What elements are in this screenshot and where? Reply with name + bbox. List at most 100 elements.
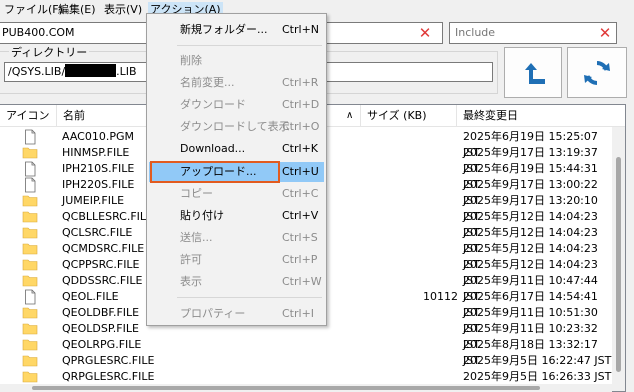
menu-item-new-folder[interactable]: 新規フォルダー... Ctrl+N bbox=[149, 20, 324, 40]
parent-directory-button[interactable] bbox=[504, 47, 562, 98]
column-header-size[interactable]: サイズ (KB) bbox=[361, 105, 457, 126]
refresh-button[interactable] bbox=[567, 47, 627, 98]
menu-item-shortcut: Ctrl+I bbox=[282, 307, 315, 320]
menu-item-copy[interactable]: コピー Ctrl+C bbox=[149, 184, 324, 204]
menu-item-download-to[interactable]: Download... Ctrl+K bbox=[149, 139, 324, 159]
menu-separator bbox=[177, 297, 322, 298]
folder-icon bbox=[22, 257, 38, 273]
menu-item-shortcut: Ctrl+U bbox=[282, 165, 319, 178]
menu-item-label: ダウンロード bbox=[180, 98, 246, 111]
file-name: QCPPSRC.FILE bbox=[62, 258, 140, 271]
file-name: AAC010.PGM bbox=[62, 130, 134, 143]
file-name: QPRGLESRC.FILE bbox=[62, 354, 155, 367]
folder-icon bbox=[22, 193, 38, 209]
menu-item-label: 名前変更... bbox=[180, 76, 235, 89]
folder-icon bbox=[22, 337, 38, 353]
column-header-icon[interactable]: アイコン bbox=[0, 105, 57, 126]
menu-item-rename[interactable]: 名前変更... Ctrl+R bbox=[149, 73, 324, 93]
file-name: QEOLDBF.FILE bbox=[62, 306, 140, 319]
menu-item-shortcut: Ctrl+V bbox=[282, 209, 319, 222]
refresh-icon bbox=[584, 60, 610, 85]
column-header-modified[interactable]: 最終変更日 bbox=[457, 105, 612, 126]
menu-item-delete[interactable]: 削除 bbox=[149, 51, 324, 71]
file-name: QEOL.FILE bbox=[62, 290, 119, 303]
horizontal-scroll-thumb[interactable] bbox=[32, 386, 540, 390]
menu-item-shortcut: Ctrl+C bbox=[282, 187, 319, 200]
menu-item-label: Download... bbox=[180, 142, 246, 155]
filter-field[interactable]: Include bbox=[449, 22, 617, 44]
menu-item-shortcut: Ctrl+R bbox=[282, 76, 319, 89]
file-name: QEOLDSP.FILE bbox=[62, 322, 139, 335]
file-name: HINMSP.FILE bbox=[62, 146, 130, 159]
menu-item-download[interactable]: ダウンロード Ctrl+D bbox=[149, 95, 324, 115]
menu-item-label: プロパティー bbox=[180, 307, 246, 320]
folder-icon bbox=[22, 321, 38, 337]
sort-chevron-up-icon: ∧ bbox=[346, 110, 354, 121]
file-modified: 2025年9月5日 16:26:33 JST bbox=[463, 370, 612, 383]
horizontal-scrollbar[interactable] bbox=[0, 384, 612, 392]
menu-item-permissions[interactable]: 許可 Ctrl+P bbox=[149, 250, 324, 270]
arrow-up-left-icon bbox=[525, 62, 545, 84]
file-icon bbox=[22, 129, 38, 145]
menu-item-label: 許可 bbox=[180, 253, 202, 266]
menu-item-download-and-view[interactable]: ダウンロードして表示 Ctrl+O bbox=[149, 117, 324, 137]
menu-item-shortcut: Ctrl+W bbox=[282, 275, 322, 288]
upload-highlight-box bbox=[150, 161, 280, 183]
menu-item-shortcut: Ctrl+S bbox=[282, 231, 318, 244]
redaction-block bbox=[65, 64, 117, 77]
folder-icon bbox=[22, 225, 38, 241]
file-size: 10112 bbox=[423, 290, 458, 303]
file-name: IPH210S.FILE bbox=[62, 162, 135, 175]
menu-item-shortcut: Ctrl+D bbox=[282, 98, 320, 111]
table-row[interactable]: QPRGLESRC.FILE 2025年9月5日 16:22:47 JST bbox=[0, 353, 612, 369]
file-name: QCBLLESRC.FILE bbox=[62, 210, 153, 223]
file-name: JUMEIP.FILE bbox=[62, 194, 125, 207]
file-modified: 2025年9月5日 16:22:47 JST bbox=[463, 354, 612, 367]
folder-icon bbox=[22, 209, 38, 225]
directory-prefix: /QSYS.LIB/ bbox=[8, 65, 66, 78]
file-icon bbox=[22, 161, 38, 177]
menu-item-properties[interactable]: プロパティー Ctrl+I bbox=[149, 304, 324, 324]
menu-item-shortcut: Ctrl+K bbox=[282, 142, 319, 155]
folder-icon bbox=[22, 353, 38, 369]
folder-icon bbox=[22, 145, 38, 161]
menu-item-shortcut: Ctrl+O bbox=[282, 120, 320, 133]
file-name: QEOLRPG.FILE bbox=[62, 338, 142, 351]
filter-placeholder: Include bbox=[455, 26, 496, 39]
menu-item-label: 削除 bbox=[180, 54, 202, 67]
menu-item-label: 送信... bbox=[180, 231, 213, 244]
menu-item-label: 表示 bbox=[180, 275, 202, 288]
menu-item-view[interactable]: 表示 Ctrl+W bbox=[149, 272, 324, 292]
host-value: PUB400.COM bbox=[2, 26, 75, 39]
file-name: IPH220S.FILE bbox=[62, 178, 135, 191]
menu-item-paste[interactable]: 貼り付け Ctrl+V bbox=[149, 206, 324, 226]
menu-item-shortcut: Ctrl+P bbox=[282, 253, 318, 266]
table-row[interactable]: QRPGLESRC.FILE 2025年9月5日 16:26:33 JST bbox=[0, 369, 612, 385]
folder-icon bbox=[22, 273, 38, 289]
menu-separator bbox=[177, 45, 322, 46]
column-header-name-label: 名前 bbox=[63, 109, 85, 122]
action-menu: 新規フォルダー... Ctrl+N 削除 名前変更... Ctrl+R ダウンロ… bbox=[146, 13, 327, 326]
folder-icon bbox=[22, 241, 38, 257]
clear-host-icon[interactable]: ✕ bbox=[417, 25, 433, 41]
ftp-client-window: ファイル(F) 編集(E) 表示(V) アクション(A) PUB400.COM … bbox=[0, 0, 634, 392]
menu-item-send[interactable]: 送信... Ctrl+S bbox=[149, 228, 324, 248]
file-icon bbox=[22, 177, 38, 193]
file-name: QCMDSRC.FILE bbox=[62, 242, 145, 255]
menu-edit[interactable]: 編集(E) bbox=[56, 2, 98, 18]
menu-view[interactable]: 表示(V) bbox=[102, 2, 144, 18]
menu-item-label: 新規フォルダー... bbox=[180, 23, 268, 36]
folder-icon bbox=[22, 369, 38, 385]
table-row[interactable]: QEOLRPG.FILE 2025年8月18日 13:32:17 JST bbox=[0, 337, 612, 367]
file-name: QCLSRC.FILE bbox=[62, 226, 133, 239]
vertical-scrollbar[interactable] bbox=[612, 127, 625, 391]
vertical-scroll-thumb[interactable] bbox=[616, 157, 621, 372]
menu-item-label: コピー bbox=[180, 187, 213, 200]
directory-suffix: .LIB bbox=[116, 65, 137, 78]
menu-item-label: 貼り付け bbox=[180, 209, 224, 222]
directory-label: ディレクトリー bbox=[9, 44, 90, 60]
file-name: QRPGLESRC.FILE bbox=[62, 370, 155, 383]
menu-item-shortcut: Ctrl+N bbox=[282, 23, 320, 36]
clear-filter-icon[interactable]: ✕ bbox=[597, 25, 613, 41]
menu-item-label: ダウンロードして表示 bbox=[180, 120, 290, 133]
